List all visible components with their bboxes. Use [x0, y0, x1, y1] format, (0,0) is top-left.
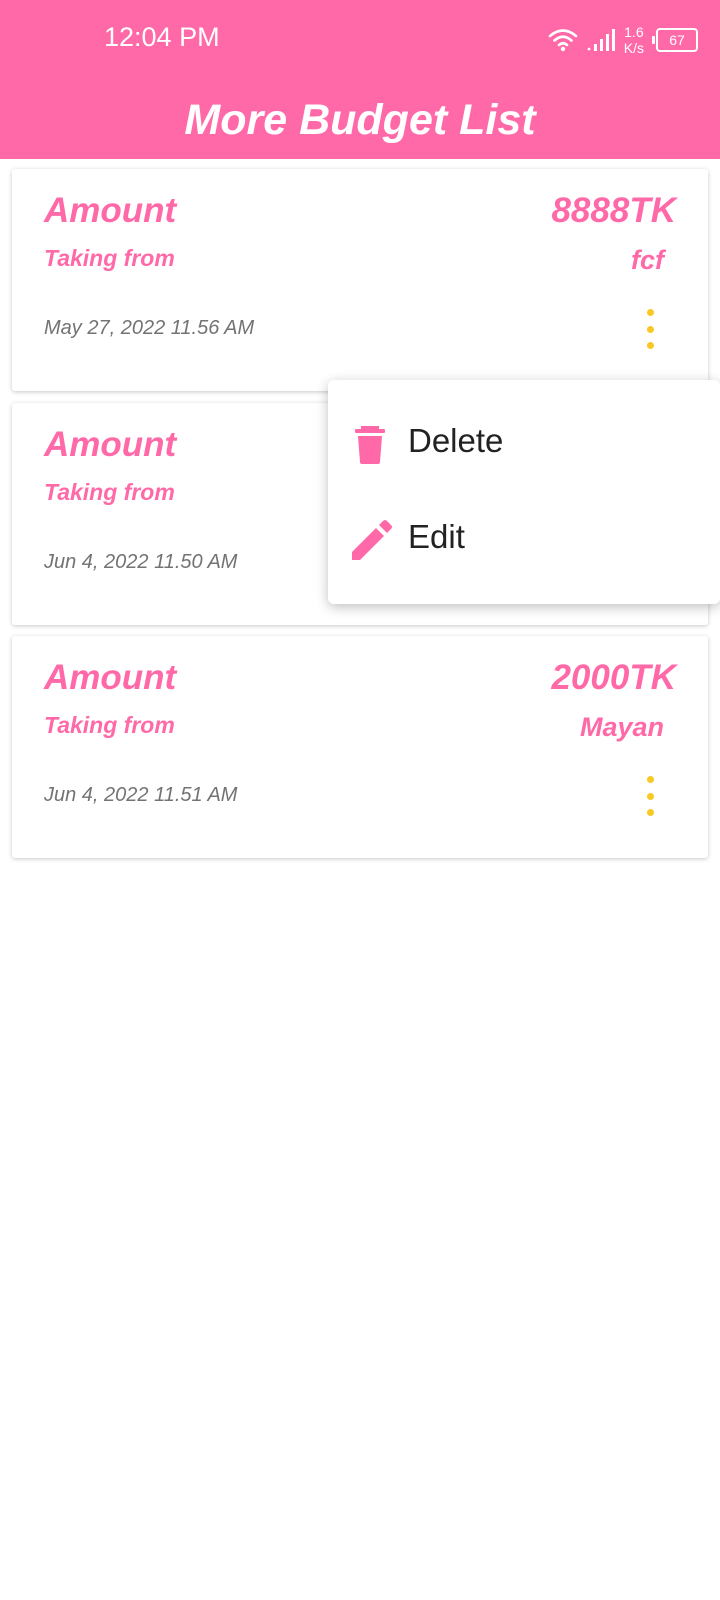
edit-icon: [352, 520, 392, 560]
budget-card[interactable]: Amount 2000TK Taking from Mayan Jun 4, 2…: [12, 636, 708, 858]
dot: [646, 776, 654, 783]
signal-icon: [587, 29, 615, 51]
amount-value: 2000TK: [551, 658, 676, 697]
menu-item-label: Edit: [408, 518, 465, 555]
taking-from-label: Taking from: [44, 245, 175, 271]
source-value: Mayan: [579, 712, 664, 742]
amount-label: Amount: [44, 658, 177, 697]
menu-item-label: Delete: [408, 422, 504, 459]
net-speed-value: 1.6: [624, 24, 644, 40]
budget-date: Jun 4, 2022 11.51 AM: [44, 784, 238, 806]
budget-card[interactable]: Amount 8888TK Taking from fcf May 27, 20…: [12, 169, 708, 391]
more-options-icon[interactable]: [636, 776, 664, 816]
status-icons: 1.6 K/s 67: [548, 20, 698, 60]
net-speed: 1.6 K/s: [624, 24, 644, 56]
dot: [646, 809, 654, 816]
status-time: 12:04 PM: [104, 22, 220, 52]
dot: [646, 309, 654, 316]
menu-item-edit[interactable]: Edit: [328, 492, 720, 588]
taking-from-label: Taking from: [44, 712, 175, 738]
wifi-icon: [548, 29, 578, 52]
dot: [646, 325, 654, 333]
dot: [646, 792, 654, 800]
budget-date: Jun 4, 2022 11.50 AM: [44, 551, 238, 573]
budget-date: May 27, 2022 11.56 AM: [44, 317, 255, 339]
delete-icon: [355, 426, 385, 464]
amount-label: Amount: [44, 425, 177, 464]
page-title: More Budget List: [184, 96, 536, 144]
battery-level: 67: [669, 32, 685, 48]
app-header: 12:04 PM 1.6 K/s 67 More Budget List: [0, 0, 720, 159]
more-options-icon[interactable]: [636, 309, 664, 349]
dot: [646, 342, 654, 349]
net-speed-unit: K/s: [623, 40, 644, 56]
amount-label: Amount: [44, 191, 177, 230]
source-value: fcf: [631, 245, 664, 275]
menu-item-delete[interactable]: Delete: [328, 396, 720, 492]
amount-value: 8888TK: [551, 191, 676, 230]
battery-icon: 67: [652, 28, 698, 52]
context-menu: Delete Edit: [328, 380, 720, 604]
taking-from-label: Taking from: [44, 479, 175, 505]
